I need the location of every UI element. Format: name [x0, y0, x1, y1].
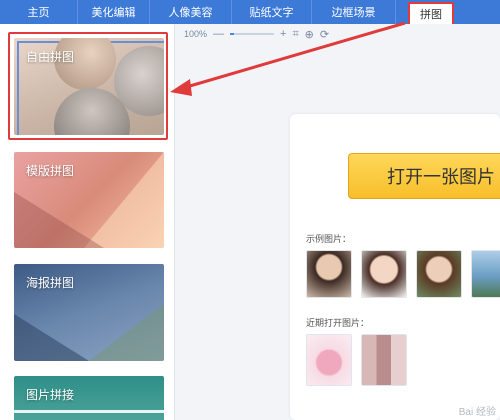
sidebar-item-free-collage[interactable]: 自由拼图 — [14, 38, 164, 135]
sidebar-item-poster-collage[interactable]: 海报拼图 — [14, 264, 164, 361]
sidebar-item-template-collage[interactable]: 模版拼图 — [14, 152, 164, 248]
sample-image-2[interactable] — [361, 250, 407, 298]
tab-frame-scene[interactable]: 边框场景 — [312, 0, 396, 24]
zoom-in-button[interactable]: + — [280, 28, 286, 40]
sample-image-3[interactable] — [416, 250, 462, 298]
refresh-icon[interactable]: ⟳ — [320, 28, 329, 41]
sample-images-list — [306, 250, 500, 298]
recent-image-1[interactable] — [306, 334, 352, 386]
sample-images-label: 示例图片： — [306, 234, 352, 244]
open-image-button[interactable]: 打开一张图片 — [348, 153, 500, 199]
stitch-divider — [14, 410, 164, 413]
tab-sticker-text[interactable]: 贴纸文字 — [232, 0, 312, 24]
sample-image-1[interactable] — [306, 250, 352, 298]
app-window: 主页 美化编辑 人像美容 贴纸文字 边框场景 拼图 自由拼图 模版拼图 海报拼图 — [0, 0, 500, 420]
top-nav: 主页 美化编辑 人像美容 贴纸文字 边框场景 拼图 — [0, 0, 500, 24]
sidebar-item-label: 模版拼图 — [26, 164, 75, 178]
open-image-panel: 打开一张图片 示例图片： 近期打开图片： — [290, 114, 500, 420]
sidebar-item-label: 海报拼图 — [26, 276, 75, 290]
recent-images-list — [306, 334, 407, 386]
collage-mode-sidebar: 自由拼图 模版拼图 海报拼图 图片拼接 — [0, 24, 175, 420]
sidebar-item-label: 自由拼图 — [26, 50, 75, 64]
watermark: Bai 经验 — [458, 407, 496, 418]
crop-icon[interactable]: ⌗ — [292, 28, 298, 41]
photo-shard — [89, 304, 164, 361]
photo-shard — [14, 314, 89, 361]
tab-portrait[interactable]: 人像美容 — [150, 0, 232, 24]
zoom-slider[interactable] — [230, 33, 275, 35]
photo-shard — [14, 192, 104, 248]
tab-beautify[interactable]: 美化编辑 — [78, 0, 150, 24]
zoom-slider-fill — [230, 33, 235, 35]
recent-image-2[interactable] — [361, 334, 407, 386]
sample-image-4[interactable] — [471, 250, 500, 298]
zoom-toolbar: 100% — + ⌗ ⊕ ⟳ — [184, 27, 329, 41]
sidebar-item-image-stitch[interactable]: 图片拼接 — [14, 376, 164, 420]
tab-home[interactable]: 主页 — [0, 0, 78, 24]
tab-collage[interactable]: 拼图 — [408, 2, 454, 24]
magnifier-icon[interactable]: ⊕ — [305, 28, 314, 41]
zoom-out-button[interactable]: — — [213, 28, 224, 40]
recent-images-label: 近期打开图片： — [306, 318, 370, 328]
sidebar-item-label: 图片拼接 — [26, 388, 75, 402]
zoom-level: 100% — [184, 29, 208, 39]
